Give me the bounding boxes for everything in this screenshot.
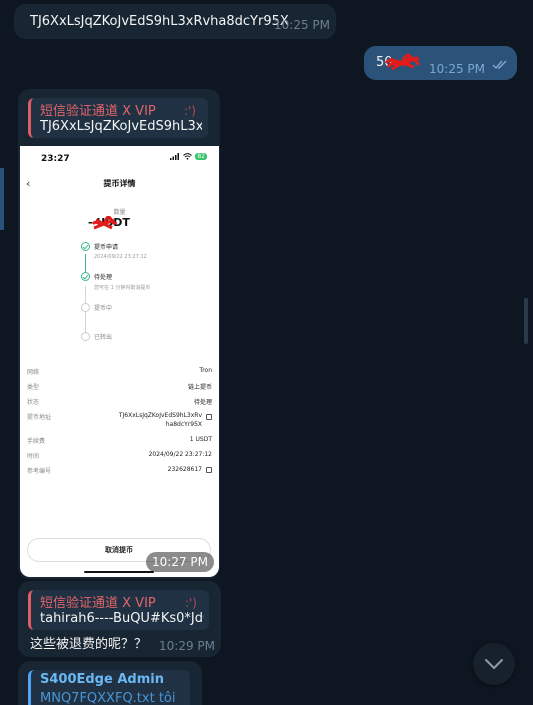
timeline-step-done-icon [81,242,90,251]
chevron-down-icon [485,659,503,669]
reply-emoji: :') [183,104,196,118]
message-text: TJ6XxLsJqZKoJvEdS9hL3xRvha8dcYr95X [30,14,289,29]
detail-label: 时间 [27,453,40,460]
message-time: 10:25 PM [274,18,330,32]
double-check-icon [492,60,507,70]
reply-sender: 短信验证通道 X VIP [40,596,156,611]
screen-title: 提币详情 [103,179,136,188]
scroll-to-bottom-button[interactable] [473,643,515,685]
reply-sender: 短信验证通道 X VIP [40,104,156,119]
reply-quote[interactable]: S400Edge Admin MNQ7FQXXFQ.txt tôi [28,670,190,705]
message-time: 10:25 PM [429,62,485,76]
detail-value: 1 USDT [189,436,212,443]
battery-icon: 82 [195,153,207,160]
reply-text: MNQ7FQXXFQ.txt tôi [40,691,176,705]
detail-value: TJ6XxLsJqZKoJvEdS9hL3xRv [118,412,202,419]
photo-time: 10:27 PM [146,552,214,572]
detail-value: 待处理 [193,399,212,406]
copy-icon [206,467,212,473]
reply-quote[interactable]: 短信验证通道 X VIP tahirah6----BuQU#Ks0*Jd0...… [28,590,209,630]
detail-label: 手续费 [27,438,46,445]
detail-label: 参考编号 [27,468,52,475]
step-title: 提币中 [94,305,113,312]
outgoing-message[interactable]: 50 10:25 PM [364,46,517,80]
step-subtitle: 2024/09/22 23:27:12 [94,254,147,260]
detail-value: Tron [199,367,212,374]
copy-icon [206,414,212,420]
home-indicator [84,571,154,573]
incoming-message[interactable]: TJ6XxLsJqZKoJvEdS9hL3xRvha8dcYr95X 10:25… [14,4,336,39]
chat-history[interactable]: TJ6XxLsJqZKoJvEdS9hL3xRvha8dcYr95X 10:25… [0,0,533,705]
signal-icon [170,153,180,160]
amount-label: 数量 [113,209,126,216]
selection-indicator [0,168,4,230]
wifi-icon [183,153,193,160]
incoming-message[interactable]: 短信验证通道 X VIP tahirah6----BuQU#Ks0*Jd0...… [18,581,221,657]
step-title: 已转出 [94,334,113,341]
redaction-scribble [384,53,420,71]
detail-value: 链上提币 [187,384,212,391]
reply-text: tahirah6----BuQU#Ks0*Jd0... [40,611,204,626]
reply-text: TJ6XxLsJqZKoJvEdS9hL3x... [40,119,202,134]
reply-emoji: :') [184,596,197,610]
detail-label: 类型 [27,384,40,391]
redaction-scribble [91,216,118,230]
step-subtitle: 您可在 1 分钟内取消提币 [94,285,151,291]
detail-label: 提币地址 [27,414,52,421]
reply-sender: S400Edge Admin [40,672,164,687]
timeline-step-pending-icon [81,332,90,341]
detail-value: 2024/09/22 23:27:12 [148,451,212,458]
timeline-step-pending-icon [81,303,90,312]
phone-status-time: 23:27 [41,154,70,164]
photo-attachment[interactable]: 23:27 82 ‹ 提币详情 数量 - USDT 提币申请 2024/09/2… [20,146,219,577]
reply-quote[interactable]: 短信验证通道 X VIP TJ6XxLsJqZKoJvEdS9hL3x... :… [28,98,208,138]
detail-label: 网络 [27,369,40,376]
incoming-message[interactable]: S400Edge Admin MNQ7FQXXFQ.txt tôi [18,661,202,705]
message-text: 这些被退费的呢？？ [30,637,148,652]
timeline-line [85,286,86,338]
detail-label: 状态 [27,399,40,406]
timeline-step-done-icon [81,272,90,281]
step-title: 待处理 [94,274,113,281]
phone-status-icons: 82 [170,153,207,160]
detail-value-line2: ha8dcYr95X [165,421,202,428]
scrollbar-thumb[interactable] [524,298,528,344]
message-time: 10:29 PM [159,639,215,653]
detail-value: 232628617 [167,466,202,473]
step-title: 提币申请 [94,244,119,251]
